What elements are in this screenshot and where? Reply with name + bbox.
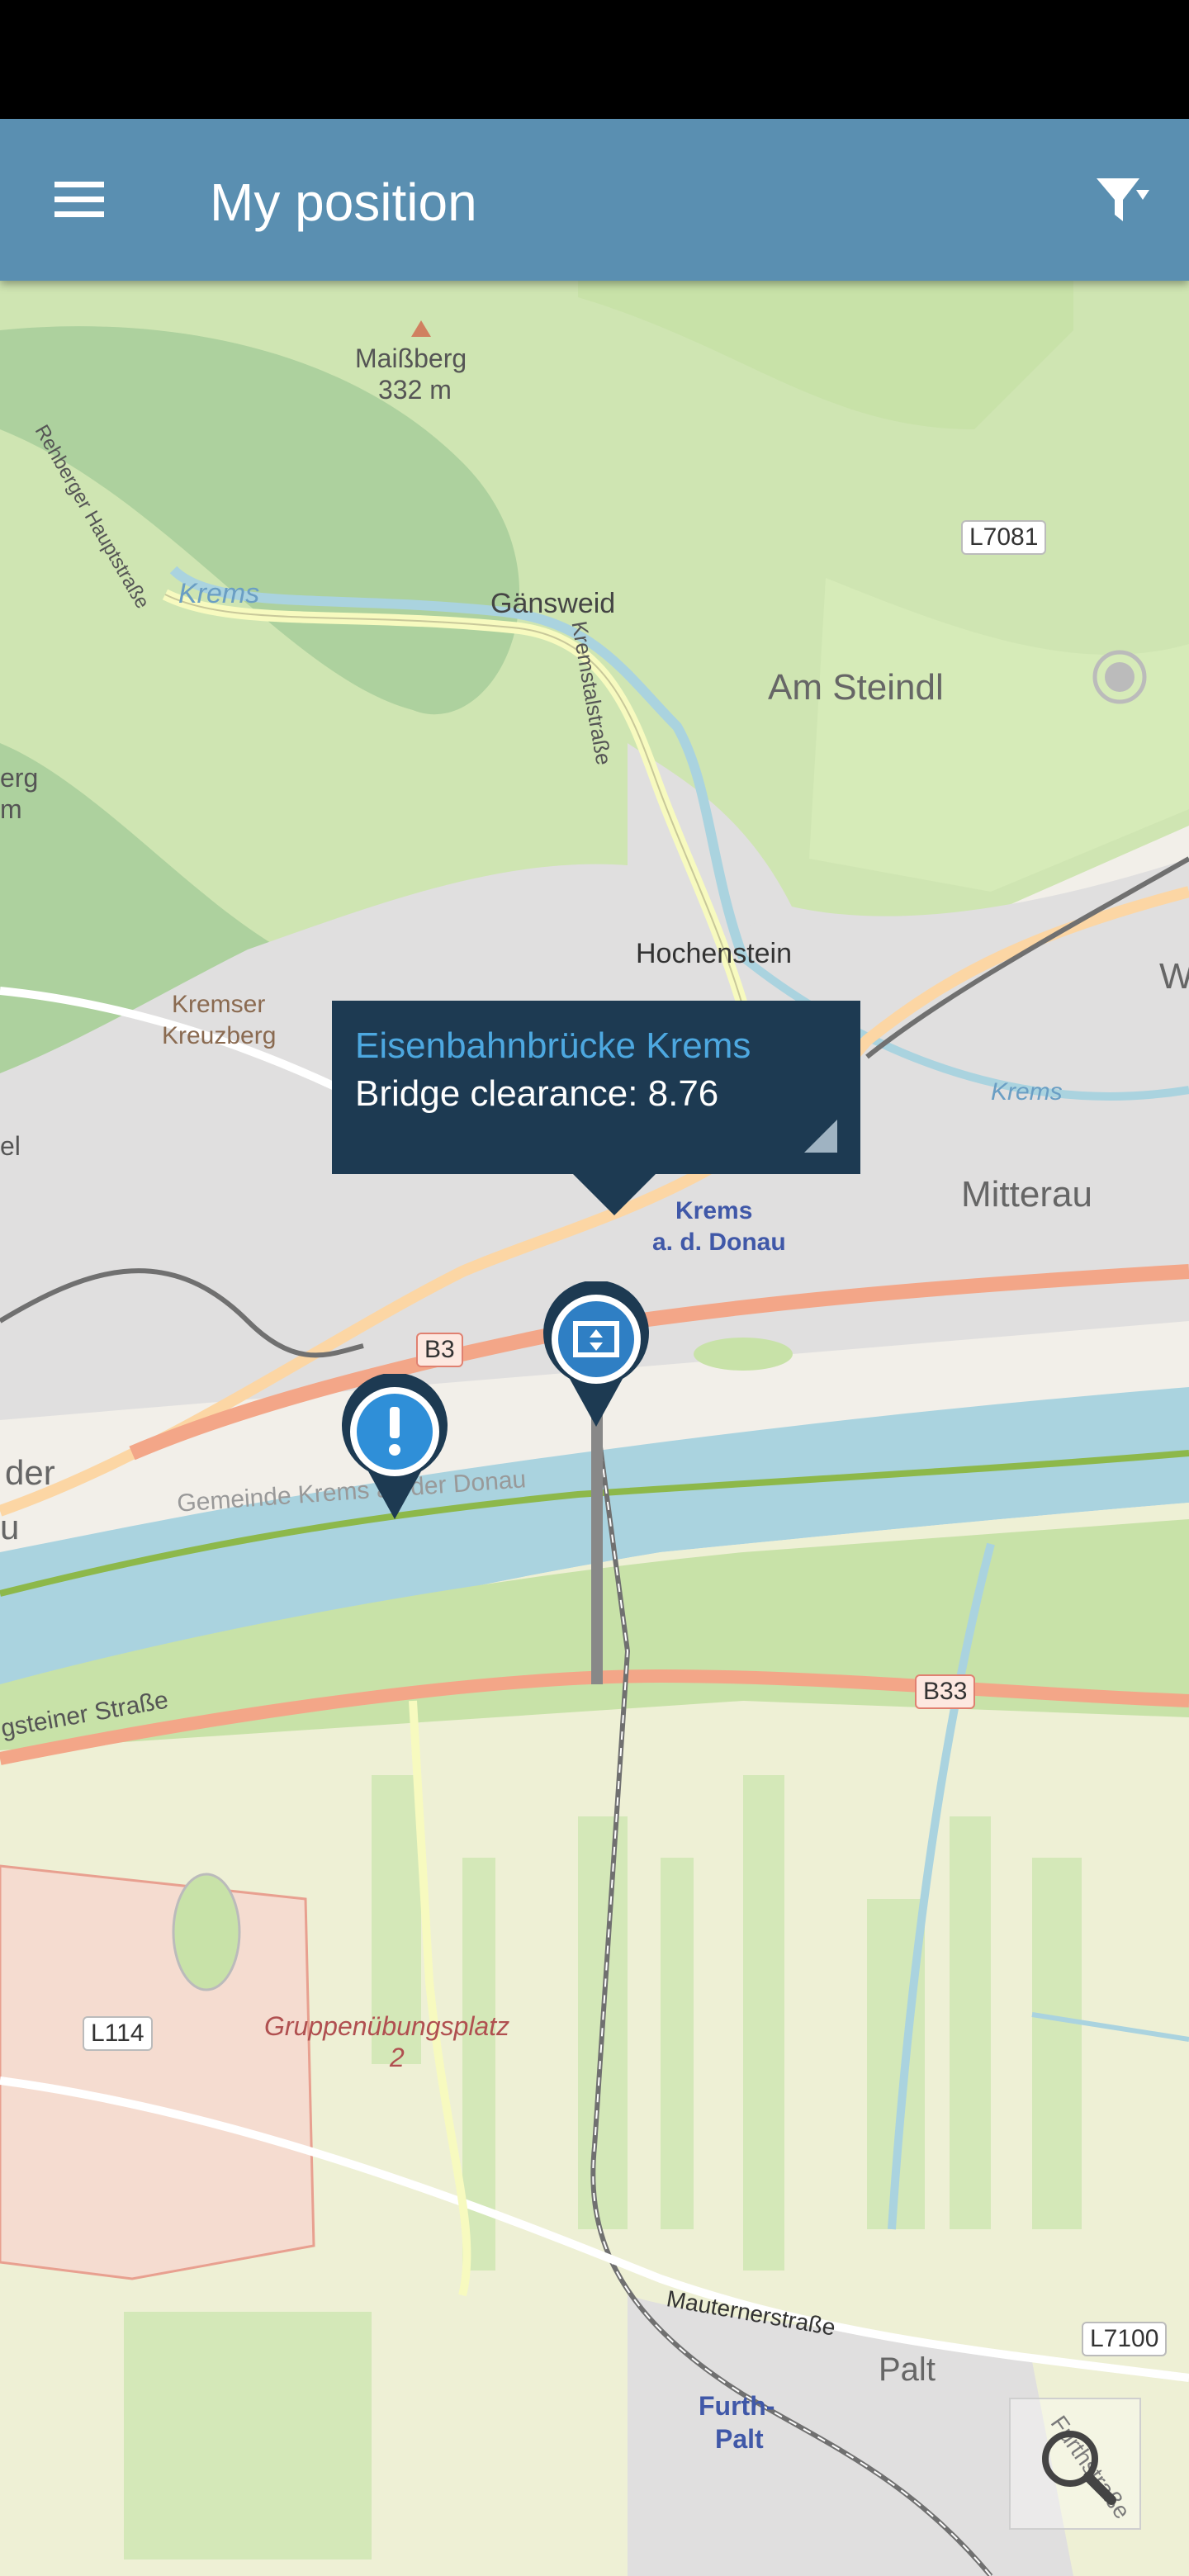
locate-target-icon[interactable] (1090, 647, 1149, 707)
road-shield-b33: B33 (915, 1674, 976, 1709)
page-title: My position (210, 173, 477, 232)
map-label-gansweid: Gänsweid (490, 588, 616, 619)
map-label-maissberg-elevation: 332 m (378, 375, 452, 405)
map-view[interactable]: L7081 B3 B33 L114 L7100 Maißberg 332 m R… (0, 281, 1189, 2576)
road-shield-b3: B3 (416, 1333, 463, 1367)
map-label-krems-town-sub: a. d. Donau (652, 1229, 786, 1256)
map-label-mitterau: Mitterau (961, 1174, 1092, 1215)
map-label-left-edge-1: erg (0, 763, 39, 793)
filter-icon[interactable] (1088, 167, 1154, 233)
map-label-am-steindl: Am Steindl (768, 667, 944, 708)
road-shield-l114: L114 (83, 2016, 153, 2051)
zoom-button[interactable] (1009, 2398, 1141, 2530)
map-label-maissberg: Maißberg (355, 343, 467, 373)
hamburger-menu-icon[interactable] (43, 163, 116, 236)
popup-bridge-clearance: Bridge clearance: 8.76 (355, 1073, 719, 1114)
map-label-gruppenubungsplatz: Gruppenübungsplatz (264, 2011, 510, 2041)
map-label-gruppenubungsplatz-2: 2 (390, 2043, 405, 2072)
map-label-furth-palt: Palt (715, 2424, 764, 2454)
popup-corner-icon (804, 1120, 837, 1153)
road-shield-l7081: L7081 (961, 520, 1047, 555)
popup-title[interactable]: Eisenbahnbrücke Krems (355, 1025, 751, 1067)
map-label-palt: Palt (879, 2351, 936, 2388)
road-shield-l7100: L7100 (1082, 2322, 1168, 2356)
map-label-krems-river-2: Krems (991, 1078, 1063, 1106)
bridge-marker-icon[interactable] (537, 1281, 656, 1430)
map-label-kremser: Kremser (172, 991, 266, 1018)
map-label-left-edge-2: m (0, 794, 22, 824)
app-bar: My position (0, 119, 1189, 281)
warning-marker-icon[interactable] (335, 1374, 454, 1522)
map-label-left-edge-3: el (0, 1131, 21, 1161)
map-label-right-edge-w: W (1159, 956, 1189, 997)
map-label-left-edge-5: u (0, 1508, 20, 1546)
map-label-left-edge-4: der (5, 1453, 55, 1492)
map-label-krems-river: Krems (178, 578, 260, 609)
map-label-kreuzberg: Kreuzberg (162, 1022, 277, 1049)
status-bar (0, 0, 1189, 119)
zoom-search-icon[interactable] (1011, 2399, 1139, 2528)
map-label-hochenstein: Hochenstein (636, 938, 793, 969)
popup-pointer (573, 1174, 656, 1215)
bridge-info-popup[interactable]: Eisenbahnbrücke Krems Bridge clearance: … (332, 1001, 860, 1215)
map-label-furth: Furth- (699, 2391, 775, 2421)
map-label-krems-town: Krems (675, 1197, 753, 1224)
